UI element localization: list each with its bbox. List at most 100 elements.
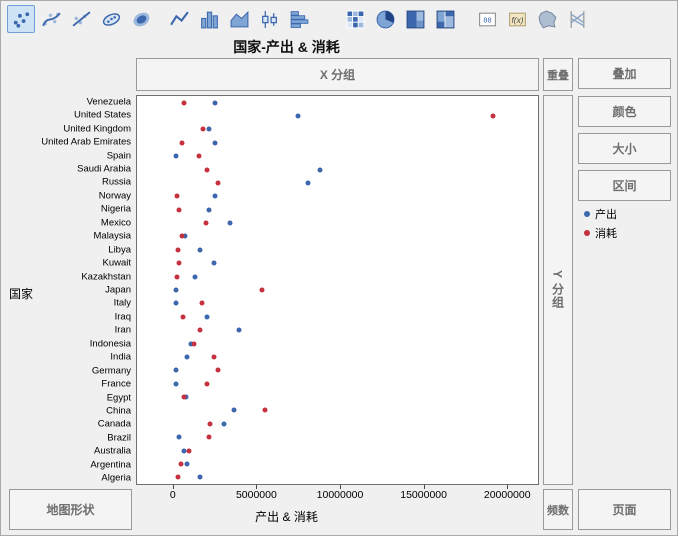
element-box-plot-button[interactable]	[255, 5, 283, 33]
y-tick-label: Libya	[108, 244, 131, 255]
element-caption-box-button[interactable]: 88	[473, 5, 501, 33]
data-point[interactable]	[213, 140, 218, 145]
data-point[interactable]	[206, 207, 211, 212]
data-point[interactable]	[207, 435, 212, 440]
interval-dropzone[interactable]: 区间	[578, 170, 671, 201]
data-point[interactable]	[173, 381, 178, 386]
data-point[interactable]	[318, 167, 323, 172]
points-icon	[11, 9, 32, 30]
data-point[interactable]	[192, 341, 197, 346]
data-point[interactable]	[306, 180, 311, 185]
element-ellipse-button[interactable]	[97, 5, 125, 33]
line-icon	[169, 9, 190, 30]
color-dropzone[interactable]: 颜色	[578, 96, 671, 127]
element-parallel-plot-button[interactable]	[563, 5, 591, 33]
data-point[interactable]	[213, 194, 218, 199]
data-point[interactable]	[208, 421, 213, 426]
data-point[interactable]	[173, 368, 178, 373]
data-point[interactable]	[237, 328, 242, 333]
y-group-dropzone[interactable]: Y 分组	[543, 95, 573, 485]
plot-area[interactable]	[136, 95, 539, 485]
x-group-dropzone[interactable]: X 分组	[136, 58, 539, 91]
data-point[interactable]	[296, 114, 301, 119]
x-group-label: X 分组	[320, 66, 355, 83]
element-bar-button[interactable]	[195, 5, 223, 33]
data-point[interactable]	[231, 408, 236, 413]
data-point[interactable]	[198, 475, 203, 480]
data-point[interactable]	[215, 368, 220, 373]
data-point[interactable]	[228, 221, 233, 226]
data-point[interactable]	[175, 194, 180, 199]
element-formula-button[interactable]: f(x)	[503, 5, 531, 33]
data-point[interactable]	[204, 314, 209, 319]
element-smoother-button[interactable]	[37, 5, 65, 33]
svg-text:88: 88	[483, 15, 491, 24]
data-point[interactable]	[200, 127, 205, 132]
element-points-button[interactable]	[7, 5, 35, 33]
data-point[interactable]	[206, 127, 211, 132]
data-point[interactable]	[181, 100, 186, 105]
y-group-label: Y 分组	[550, 270, 567, 309]
data-point[interactable]	[204, 381, 209, 386]
toolbar-separator	[461, 19, 473, 20]
element-mosaic-button[interactable]	[431, 5, 459, 33]
data-point[interactable]	[175, 247, 180, 252]
size-dropzone[interactable]: 大小	[578, 133, 671, 164]
y-tick-label: United Arab Emirates	[41, 137, 131, 148]
data-point[interactable]	[221, 421, 226, 426]
element-line-button[interactable]	[165, 5, 193, 33]
element-contour-button[interactable]	[127, 5, 155, 33]
x-axis[interactable]: 05000000100000001500000020000000	[136, 485, 539, 503]
histogram-icon	[289, 9, 310, 30]
data-point[interactable]	[211, 261, 216, 266]
page-dropzone[interactable]: 页面	[578, 489, 671, 530]
element-area-button[interactable]	[225, 5, 253, 33]
overlay-dropzone[interactable]: 叠加	[578, 58, 671, 89]
y-tick-label: Malaysia	[94, 231, 132, 242]
element-line-of-fit-button[interactable]	[67, 5, 95, 33]
pie-icon	[375, 9, 396, 30]
element-pie-button[interactable]	[371, 5, 399, 33]
data-point[interactable]	[186, 448, 191, 453]
data-point[interactable]	[197, 154, 202, 159]
legend-item-2[interactable]: 消耗	[584, 225, 617, 241]
element-map-shapes-button[interactable]	[533, 5, 561, 33]
legend-item-1[interactable]: 产出	[584, 206, 617, 222]
color-label: 颜色	[612, 103, 636, 120]
data-point[interactable]	[213, 100, 218, 105]
data-point[interactable]	[204, 167, 209, 172]
y-tick-label: Argentina	[90, 459, 131, 470]
area-icon	[229, 9, 250, 30]
data-point[interactable]	[491, 114, 496, 119]
element-treemap-button[interactable]	[401, 5, 429, 33]
data-point[interactable]	[174, 274, 179, 279]
data-point[interactable]	[215, 180, 220, 185]
overlap-dropzone[interactable]: 重叠	[543, 58, 573, 91]
data-point[interactable]	[180, 314, 185, 319]
data-point[interactable]	[199, 301, 204, 306]
data-point[interactable]	[173, 288, 178, 293]
data-point[interactable]	[198, 328, 203, 333]
data-point[interactable]	[176, 207, 181, 212]
data-point[interactable]	[263, 408, 268, 413]
data-point[interactable]	[259, 288, 264, 293]
data-point[interactable]	[184, 354, 189, 359]
data-point[interactable]	[204, 221, 209, 226]
data-point[interactable]	[184, 461, 189, 466]
data-point[interactable]	[198, 247, 203, 252]
data-point[interactable]	[179, 234, 184, 239]
data-point[interactable]	[176, 435, 181, 440]
data-point[interactable]	[173, 301, 178, 306]
y-tick-label: Mexico	[101, 217, 131, 228]
data-point[interactable]	[176, 261, 181, 266]
data-point[interactable]	[211, 354, 216, 359]
data-point[interactable]	[173, 154, 178, 159]
data-point[interactable]	[193, 274, 198, 279]
data-point[interactable]	[175, 475, 180, 480]
data-point[interactable]	[179, 461, 184, 466]
data-point[interactable]	[179, 140, 184, 145]
data-point[interactable]	[182, 395, 187, 400]
y-axis-labels[interactable]: VenezuelaUnited StatesUnited KingdomUnit…	[37, 95, 134, 485]
element-heatmap-button[interactable]	[341, 5, 369, 33]
element-histogram-button[interactable]	[285, 5, 313, 33]
